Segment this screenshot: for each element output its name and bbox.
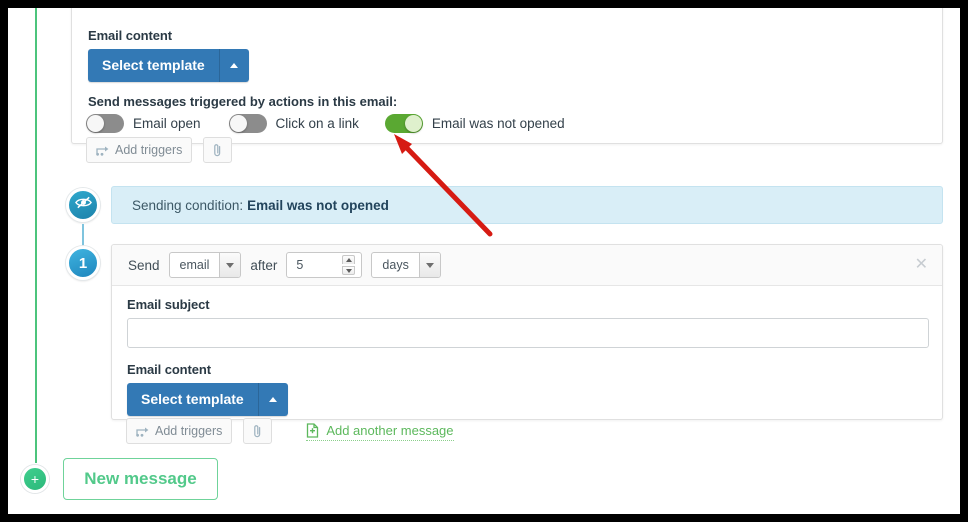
add-triggers-label: Add triggers bbox=[115, 143, 183, 157]
select-template-caret[interactable] bbox=[257, 383, 288, 416]
document-add-icon bbox=[306, 423, 319, 438]
select-template-caret[interactable] bbox=[218, 49, 249, 82]
toggle-knob bbox=[229, 115, 247, 132]
close-icon[interactable]: ✕ bbox=[915, 257, 928, 273]
add-triggers-button[interactable]: Add triggers bbox=[126, 418, 233, 444]
paperclip-icon bbox=[213, 143, 222, 157]
select-template-label: Select template bbox=[88, 49, 219, 82]
message-actions: Add triggers Add another message bbox=[126, 418, 454, 444]
toggle-not-opened[interactable]: Email was not opened bbox=[384, 114, 565, 133]
after-label: after bbox=[250, 257, 278, 273]
message-type-select[interactable]: email bbox=[168, 252, 242, 278]
add-triggers-button[interactable]: Add triggers bbox=[86, 137, 193, 163]
paperclip-icon bbox=[253, 424, 262, 438]
delay-unit-select[interactable]: days bbox=[371, 252, 441, 278]
email-subject-label: Email subject bbox=[127, 297, 210, 312]
attachment-button[interactable] bbox=[202, 137, 232, 163]
delay-stepper[interactable]: 5 bbox=[286, 252, 363, 278]
toggle-switch[interactable] bbox=[228, 114, 267, 133]
toggle-label: Email open bbox=[133, 116, 201, 131]
email-block-actions: Add triggers bbox=[86, 137, 232, 163]
add-triggers-label: Add triggers bbox=[155, 424, 223, 438]
email-content-label: Email content bbox=[88, 28, 172, 43]
email-block-card: Email content Select template Send messa… bbox=[71, 8, 943, 144]
trigger-toggles: Email open Click on a link Email was not… bbox=[86, 114, 565, 133]
toggle-switch[interactable] bbox=[384, 114, 423, 133]
stepper-arrows[interactable] bbox=[342, 255, 356, 275]
email-subject-input[interactable] bbox=[127, 318, 929, 348]
toggle-click-link[interactable]: Click on a link bbox=[228, 114, 359, 133]
send-label: Send bbox=[128, 257, 160, 273]
toggle-knob bbox=[87, 115, 104, 132]
plus-icon: + bbox=[30, 471, 40, 487]
triggers-title: Send messages triggered by actions in th… bbox=[88, 94, 398, 109]
toggle-label: Click on a link bbox=[275, 116, 359, 131]
sending-condition-bar: Sending condition: Email was not opened bbox=[111, 186, 943, 224]
condition-prefix: Sending condition: bbox=[132, 197, 244, 213]
select-template-button[interactable]: Select template bbox=[88, 49, 249, 82]
stepper-up-icon[interactable] bbox=[342, 255, 356, 264]
toggle-label: Email was not opened bbox=[431, 116, 565, 131]
app-screen: Email content Select template Send messa… bbox=[8, 8, 960, 514]
toggle-switch[interactable] bbox=[86, 114, 124, 133]
toggle-knob bbox=[404, 115, 422, 132]
delay-value: 5 bbox=[296, 258, 304, 272]
add-another-message-link[interactable]: Add another message bbox=[306, 421, 454, 441]
new-message-label: New message bbox=[84, 469, 197, 488]
timeline-rail bbox=[35, 8, 37, 463]
email-content-label: Email content bbox=[127, 362, 211, 377]
new-message-button[interactable]: New message bbox=[63, 458, 218, 500]
add-another-message-label: Add another message bbox=[326, 423, 454, 438]
message-number: 1 bbox=[78, 254, 88, 272]
message-head: Send email after 5 days ✕ bbox=[112, 245, 942, 286]
add-new-message-button[interactable]: + bbox=[21, 465, 49, 493]
eye-slash-icon bbox=[74, 195, 93, 215]
caret-up-icon bbox=[230, 63, 239, 68]
chevron-down-icon bbox=[418, 253, 440, 277]
triggers-icon bbox=[96, 145, 109, 156]
delay-unit-value: days bbox=[382, 258, 409, 272]
select-template-button[interactable]: Select template bbox=[127, 383, 288, 416]
message-number-badge: 1 bbox=[66, 246, 100, 280]
attachment-button[interactable] bbox=[242, 418, 272, 444]
toggle-email-open[interactable]: Email open bbox=[86, 114, 201, 133]
select-template-label: Select template bbox=[127, 383, 258, 416]
triggers-icon bbox=[136, 426, 149, 437]
stepper-down-icon[interactable] bbox=[342, 266, 356, 275]
condition-badge bbox=[66, 188, 100, 222]
chevron-down-icon bbox=[219, 253, 241, 277]
message-type-value: email bbox=[179, 258, 210, 272]
condition-value: Email was not opened bbox=[247, 197, 389, 213]
caret-up-icon bbox=[269, 397, 278, 402]
message-card: Send email after 5 days ✕ Email subject … bbox=[111, 244, 943, 420]
